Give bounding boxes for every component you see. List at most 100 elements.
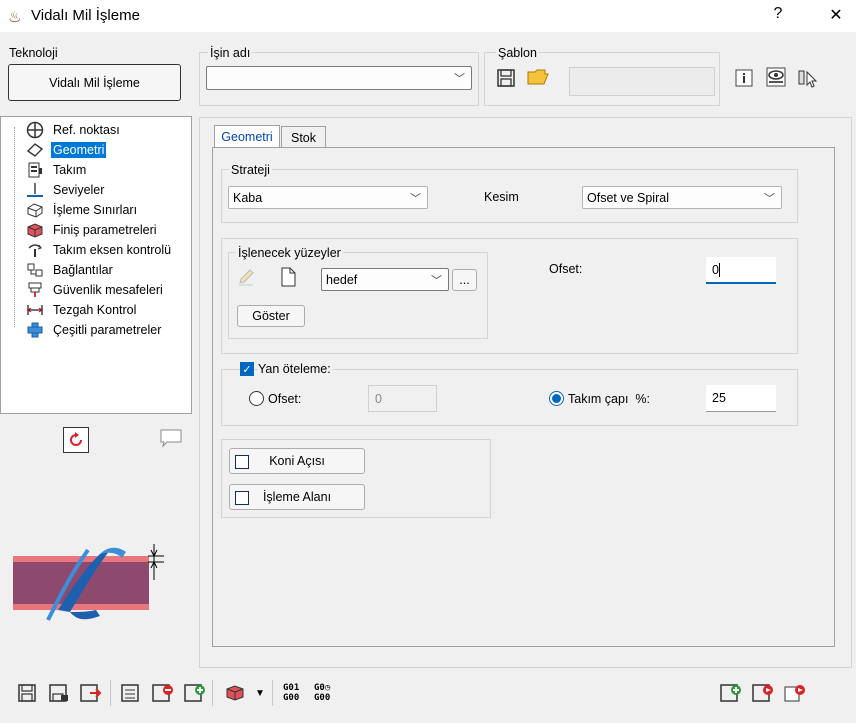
islenecek-label: İşlenecek yüzeyler (236, 246, 343, 260)
takim-capi-value: 25 (712, 391, 726, 405)
list-icon[interactable] (120, 682, 142, 704)
pencil-icon[interactable] (235, 266, 257, 288)
tree-item-label: Seviyeler (53, 182, 105, 197)
tree-item-cesitli[interactable]: Çeşitli parametreler (25, 320, 163, 339)
isleme-alani-button[interactable]: İşleme Alanı (229, 484, 365, 510)
yan-oteleme-label: Yan öteleme: (258, 362, 333, 376)
tree-item-takim-eksen[interactable]: Takım eksen kontrolü (25, 240, 173, 259)
save-icon[interactable] (16, 682, 38, 704)
safety-distance-icon (25, 282, 45, 298)
isleme-alani-label: İşleme Alanı (262, 490, 332, 504)
screw-illustration (8, 540, 168, 625)
ofset-value: 0 (712, 262, 719, 277)
window-title: Vidalı Mil İşleme (31, 7, 140, 24)
document-icon[interactable] (277, 266, 299, 288)
tree-item-label: Bağlantılar (53, 262, 113, 277)
geometry-icon (25, 142, 45, 158)
g-code-icon[interactable]: G01 G00 (283, 683, 299, 703)
machining-limits-icon (25, 202, 45, 218)
tree-item-takim[interactable]: Takım (25, 160, 88, 179)
add-operation-icon[interactable] (720, 682, 742, 704)
g00-time-label: G00 (314, 693, 331, 703)
levels-icon (25, 182, 45, 198)
teknoloji-button[interactable]: Vidalı Mil İşleme (8, 64, 181, 101)
koni-acisi-button[interactable]: Koni Açısı (229, 448, 365, 474)
ofset-radio[interactable] (249, 391, 264, 406)
ofset-input[interactable]: 0 (706, 257, 776, 284)
select-pointer-icon[interactable] (797, 67, 819, 89)
chevron-down-icon: ﹀ (431, 274, 442, 287)
strateji-combo[interactable]: Kaba ﹀ (228, 186, 428, 209)
save-run-icon[interactable] (752, 682, 774, 704)
sablon-field[interactable] (569, 67, 715, 96)
goster-button[interactable]: Göster (237, 305, 305, 327)
app-icon: ♨ (8, 9, 22, 26)
finish-parameters-icon (25, 222, 45, 238)
save-export-icon[interactable] (80, 682, 102, 704)
machine-control-icon (25, 302, 45, 318)
tree-item-seviyeler[interactable]: Seviyeler (25, 180, 106, 199)
tree-item-label: Takım eksen kontrolü (53, 242, 172, 257)
takim-capi-radio[interactable] (549, 391, 564, 406)
stock-icon[interactable] (224, 682, 246, 704)
sablon-label: Şablon (496, 46, 539, 60)
takim-capi-input[interactable]: 25 (706, 385, 776, 412)
tree-item-label: Finiş parametreleri (53, 222, 157, 237)
chevron-down-icon: ﹀ (764, 192, 775, 205)
refresh-icon[interactable] (63, 427, 89, 453)
close-operation-icon[interactable] (784, 682, 806, 704)
list-add-icon[interactable] (184, 682, 206, 704)
help-button[interactable]: ? (767, 5, 789, 23)
dropdown-arrow-icon[interactable]: ▼ (255, 688, 265, 699)
tree-item-label: Geometri (51, 141, 107, 158)
tree-item-ref-noktasi[interactable]: Ref. noktası (25, 120, 122, 139)
tree-item-label: Takım (53, 162, 87, 177)
kesim-combo[interactable]: Ofset ve Spiral ﹀ (582, 186, 782, 209)
strateji-value: Kaba (233, 190, 263, 205)
yan-oteleme-checkbox[interactable]: ✓ (240, 362, 254, 376)
tab-geometri[interactable]: Geometri (214, 125, 280, 148)
tree-connector (14, 127, 15, 327)
g01-label: G01 (283, 683, 300, 693)
parameter-tree: Ref. noktası Geometri Takım Seviyeler İş… (0, 116, 192, 414)
yan-ofset-label: Ofset: (268, 392, 302, 406)
info-icon[interactable] (733, 67, 755, 89)
tree-item-label: Çeşitli parametreler (53, 322, 162, 337)
tree-item-label: Ref. noktası (53, 122, 120, 137)
links-icon (25, 262, 45, 278)
tree-item-isleme-sinirlari[interactable]: İşleme Sınırları (25, 200, 139, 219)
isin-adi-combo[interactable]: ﹀ (206, 66, 472, 90)
yan-ofset-input[interactable]: 0 (368, 385, 437, 412)
preview-icon[interactable] (765, 66, 787, 88)
chevron-down-icon: ﹀ (410, 192, 421, 205)
toolbar-separator (272, 680, 273, 706)
isleme-alani-checkbox (235, 491, 249, 505)
kesim-value: Ofset ve Spiral (587, 190, 669, 205)
tool-icon (25, 162, 45, 178)
tree-item-tezgah[interactable]: Tezgah Kontrol (25, 300, 138, 319)
tree-item-label: Tezgah Kontrol (53, 302, 137, 317)
browse-button[interactable]: ... (452, 269, 477, 291)
ofset-label: Ofset: (549, 262, 583, 276)
close-button[interactable]: ✕ (825, 5, 847, 25)
isin-adi-label: İşin adı (208, 46, 253, 60)
open-folder-icon[interactable] (527, 66, 549, 88)
koni-label: Koni Açısı (269, 454, 325, 468)
surfaces-value: hedef (326, 272, 358, 287)
chevron-down-icon: ﹀ (454, 73, 465, 85)
tree-item-label: Güvenlik mesafeleri (53, 282, 163, 297)
tab-stok[interactable]: Stok (281, 126, 326, 148)
tree-item-label: İşleme Sınırları (53, 202, 138, 217)
tree-item-baglantilar[interactable]: Bağlantılar (25, 260, 115, 279)
save-as-icon[interactable] (48, 682, 70, 704)
reference-point-icon (25, 121, 45, 138)
comment-icon[interactable] (159, 428, 183, 451)
list-remove-icon[interactable] (152, 682, 174, 704)
tree-item-guvenlik[interactable]: Güvenlik mesafeleri (25, 280, 165, 299)
tree-item-finis[interactable]: Finiş parametreleri (25, 220, 159, 239)
tree-item-geometri[interactable]: Geometri (25, 140, 107, 159)
g-code-time-icon[interactable]: G0◷ G00 (314, 683, 330, 703)
surfaces-combo[interactable]: hedef ﹀ (321, 268, 449, 291)
save-template-icon[interactable] (495, 67, 517, 89)
strateji-label: Strateji (229, 163, 272, 177)
